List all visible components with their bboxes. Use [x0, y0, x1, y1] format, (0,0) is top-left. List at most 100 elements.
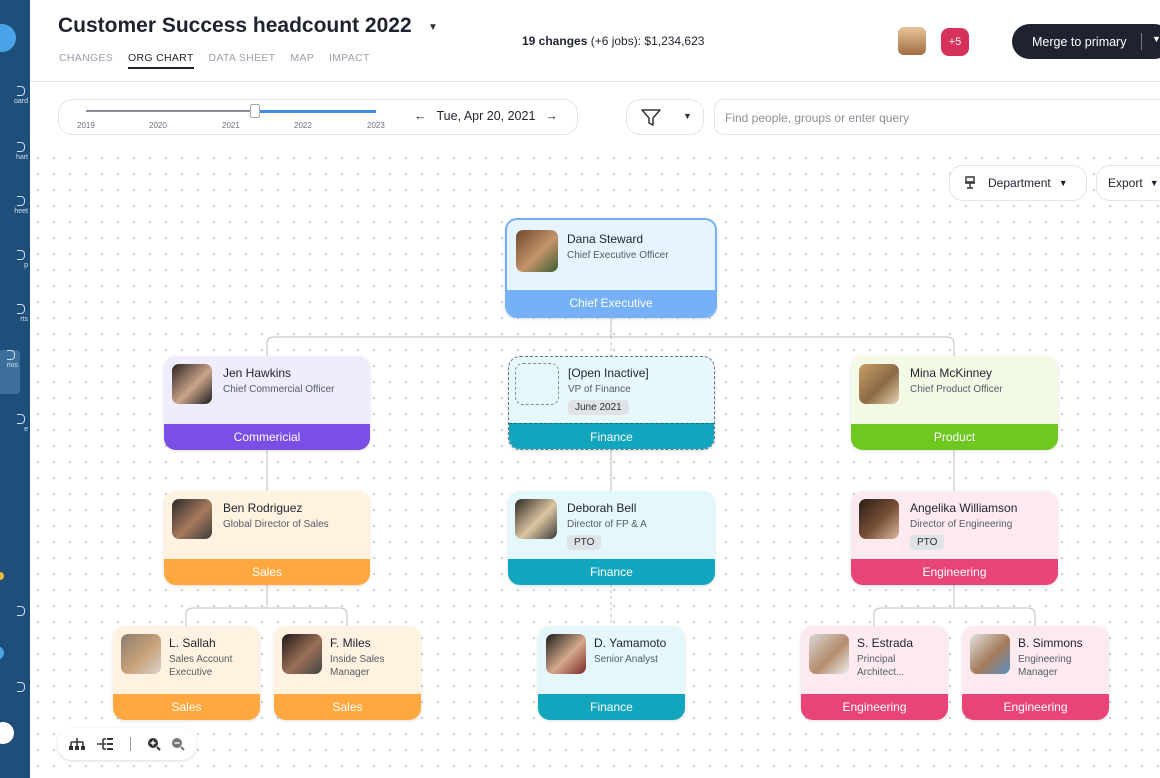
person-name: Deborah Bell	[567, 501, 637, 515]
person-role-line1: Sales Account	[169, 654, 233, 665]
department-label: Engineering	[801, 694, 948, 720]
avatar	[859, 364, 899, 404]
zoom-out-icon[interactable]	[171, 737, 185, 751]
tab-data-sheet[interactable]: DATA SHEET	[209, 52, 276, 69]
chat-icon[interactable]	[0, 646, 4, 660]
search-input[interactable]: Find people, groups or enter query	[714, 99, 1160, 135]
person-name: Dana Steward	[567, 232, 644, 246]
person-name: S. Estrada	[857, 636, 914, 650]
person-role: Chief Executive Officer	[567, 250, 669, 261]
org-card-f-miles[interactable]: F. Miles Inside Sales Manager Sales	[274, 626, 421, 720]
avatar	[121, 634, 161, 674]
year-label: 2021	[222, 121, 240, 130]
person-name: Ben Rodriguez	[223, 501, 303, 515]
open-position-placeholder	[515, 363, 559, 405]
merge-options-dropdown-icon[interactable]: ▼	[1152, 34, 1160, 44]
avatar	[516, 230, 558, 272]
org-card-deborah-bell[interactable]: Deborah Bell Director of FP & A PTO Fina…	[508, 491, 715, 585]
chevron-down-icon: ▼	[1058, 178, 1068, 188]
person-role: Global Director of Sales	[223, 519, 329, 530]
org-card-ben-rodriguez[interactable]: Ben Rodriguez Global Director of Sales S…	[164, 491, 370, 585]
next-date-arrow-icon[interactable]: →	[545, 109, 558, 123]
collaborator-avatar[interactable]	[898, 27, 926, 55]
person-role: Chief Commercial Officer	[223, 384, 335, 395]
group-by-department-button[interactable]: Department ▼	[949, 165, 1087, 201]
org-card-l-sallah[interactable]: L. Sallah Sales Account Executive Sales	[113, 626, 260, 720]
sidebar-item-label: hart	[15, 154, 28, 161]
person-name: [Open Inactive]	[568, 366, 649, 380]
avatar	[970, 634, 1010, 674]
sidebar-item-map[interactable]: p	[0, 250, 30, 294]
sidebar-item-label: heet	[14, 208, 28, 215]
org-card-mina-mckinney[interactable]: Mina McKinney Chief Product Officer Prod…	[851, 356, 1058, 450]
sidebar-item-settings[interactable]	[0, 682, 30, 702]
person-role: Chief Product Officer	[910, 384, 1003, 395]
person-role: Senior Analyst	[594, 654, 658, 665]
org-card-open-position[interactable]: [Open Inactive] VP of Finance June 2021 …	[508, 356, 715, 450]
person-role-line2: Architect...	[857, 667, 905, 678]
sidebar-item-more[interactable]: e	[0, 414, 30, 458]
sidebar-item-dashboard[interactable]: oard	[0, 86, 30, 130]
sidebar: oard hart heet p rts rios e	[0, 0, 30, 778]
zoom-in-icon[interactable]	[147, 737, 161, 751]
avatar	[809, 634, 849, 674]
help-icon	[17, 606, 25, 616]
year-label: 2023	[367, 121, 385, 130]
timeline-slider: 2019 2020 2021 2022 2023 ← Tue, Apr 20, …	[58, 99, 578, 135]
sheet-icon	[17, 196, 25, 206]
tab-map[interactable]: MAP	[290, 52, 314, 69]
sidebar-item-scenarios[interactable]: rios	[0, 350, 20, 394]
org-card-jen-hawkins[interactable]: Jen Hawkins Chief Commercial Officer Com…	[164, 356, 370, 450]
tree-layout-icon[interactable]	[68, 737, 86, 751]
group-by-label: Department	[988, 176, 1051, 190]
avatar	[546, 634, 586, 674]
sidebar-item-reports[interactable]: rts	[0, 304, 30, 348]
sidebar-item-help[interactable]	[0, 606, 30, 626]
date-navigator: ← Tue, Apr 20, 2021 →	[414, 109, 558, 123]
department-label: Chief Executive	[507, 290, 715, 316]
timeline-handle[interactable]	[250, 104, 260, 118]
changes-count: 19 changes	[522, 34, 588, 48]
scenarios-icon	[7, 350, 15, 360]
org-card-s-estrada[interactable]: S. Estrada Principal Architect... Engine…	[801, 626, 948, 720]
title-dropdown-icon[interactable]: ▼	[428, 22, 438, 33]
department-label: Sales	[113, 694, 260, 720]
org-card-angelika-williamson[interactable]: Angelika Williamson Director of Engineer…	[851, 491, 1058, 585]
person-role-line2: Executive	[169, 667, 213, 678]
merge-to-primary-button[interactable]: Merge to primary ▼	[1012, 24, 1160, 59]
filter-button[interactable]: ▼	[626, 99, 704, 135]
department-label: Engineering	[851, 559, 1058, 585]
tab-impact[interactable]: IMPACT	[329, 52, 370, 69]
department-label: Finance	[508, 559, 715, 585]
chair-icon	[965, 176, 975, 189]
export-button[interactable]: Export ▼	[1096, 165, 1160, 201]
person-name: Mina McKinney	[910, 366, 993, 380]
tab-changes[interactable]: CHANGES	[59, 52, 113, 69]
person-role-line1: Engineering	[1018, 654, 1072, 665]
org-card-dana-steward[interactable]: Dana Steward Chief Executive Officer Chi…	[505, 218, 717, 318]
org-card-d-yamamoto[interactable]: D. Yamamoto Senior Analyst Finance	[538, 626, 685, 720]
sidebar-item-data-sheet[interactable]: heet	[0, 196, 30, 240]
person-name: Angelika Williamson	[910, 501, 1018, 515]
more-collaborators-badge[interactable]: +5	[941, 28, 969, 56]
sidebar-item-org-chart[interactable]: hart	[0, 142, 30, 186]
person-name: D. Yamamoto	[594, 636, 667, 650]
reports-icon	[17, 304, 25, 314]
year-label: 2022	[294, 121, 312, 130]
tab-org-chart[interactable]: ORG CHART	[128, 52, 194, 69]
app-logo[interactable]	[0, 24, 16, 52]
merge-button-label: Merge to primary	[1032, 34, 1127, 49]
prev-date-arrow-icon[interactable]: ←	[414, 109, 427, 123]
list-layout-icon[interactable]	[96, 737, 114, 751]
status-badge: June 2021	[568, 400, 629, 415]
sidebar-item-label: rios	[6, 362, 18, 369]
department-label: Finance	[509, 423, 714, 449]
avatar	[282, 634, 322, 674]
org-card-b-simmons[interactable]: B. Simmons Engineering Manager Engineeri…	[962, 626, 1109, 720]
map-icon	[17, 250, 25, 260]
tab-bar: CHANGES ORG CHART DATA SHEET MAP IMPACT	[59, 52, 370, 69]
sidebar-item-label: rts	[20, 316, 28, 323]
changes-summary[interactable]: 19 changes (+6 jobs): $1,234,623	[522, 34, 704, 48]
user-avatar[interactable]	[0, 722, 14, 744]
department-label: Sales	[164, 559, 370, 585]
